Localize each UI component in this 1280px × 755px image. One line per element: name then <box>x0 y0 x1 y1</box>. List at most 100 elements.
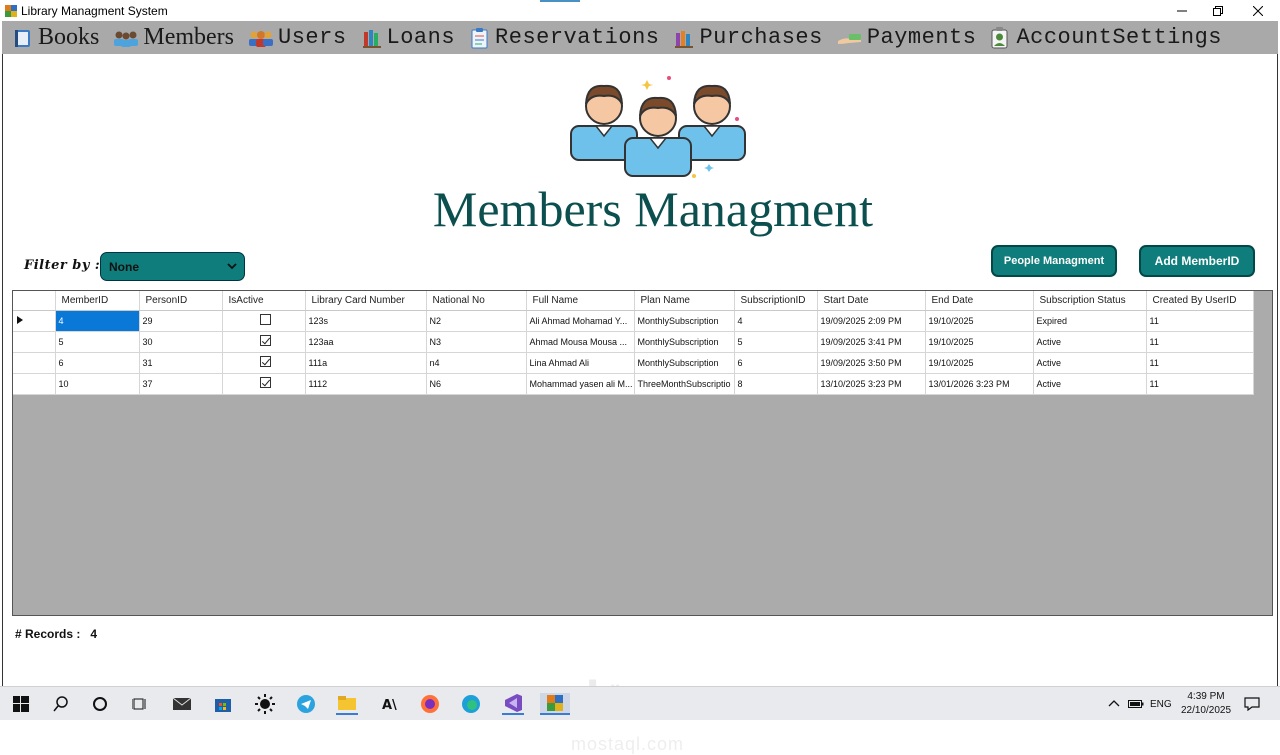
column-header[interactable]: Full Name <box>526 291 635 311</box>
table-cell-subscriptionid[interactable]: 6 <box>734 352 818 374</box>
column-header[interactable]: End Date <box>925 291 1034 311</box>
table-cell-isactive[interactable] <box>222 373 306 395</box>
column-header[interactable]: Created By UserID <box>1146 291 1254 311</box>
table-cell-memberid[interactable]: 10 <box>55 373 140 395</box>
table-cell-nationalno[interactable]: N6 <box>426 373 527 395</box>
cortana-icon[interactable] <box>89 693 111 715</box>
table-cell-nationalno[interactable]: n4 <box>426 352 527 374</box>
table-cell-createdbyuserid[interactable]: 11 <box>1146 373 1254 395</box>
table-cell-startdate[interactable]: 19/09/2025 3:50 PM <box>817 352 926 374</box>
column-header[interactable]: Start Date <box>817 291 926 311</box>
table-cell-planname[interactable]: ThreeMonthSubscriptio <box>634 373 735 395</box>
add-member-button[interactable]: Add MemberID <box>1139 245 1255 277</box>
menu-item-payments[interactable]: Payments <box>837 21 977 54</box>
table-row[interactable]: 5 30 123aa N3 Ahmad Mousa Mousa ... MonthlySu… <box>13 331 1254 353</box>
firefox-icon[interactable] <box>419 693 441 715</box>
table-cell-isactive[interactable] <box>222 331 306 353</box>
table-cell-planname[interactable]: MonthlySubscription <box>634 352 735 374</box>
close-button[interactable] <box>1238 0 1278 21</box>
table-cell-subscriptionstatus[interactable]: Active <box>1033 352 1147 374</box>
table-cell-createdbyuserid[interactable]: 11 <box>1146 310 1254 332</box>
table-cell-fullname[interactable]: Ali Ahmad Mohamad Y... <box>526 310 635 332</box>
table-cell-subscriptionstatus[interactable]: Expired <box>1033 310 1147 332</box>
table-row[interactable]: 6 31 111a n4 Lina Ahmad Ali MonthlySubscripti… <box>13 352 1254 374</box>
filter-dropdown[interactable]: None <box>100 252 245 281</box>
file-explorer-icon[interactable] <box>336 693 358 715</box>
table-cell-startdate[interactable]: 19/09/2025 3:41 PM <box>817 331 926 353</box>
table-cell-startdate[interactable]: 13/10/2025 3:23 PM <box>817 373 926 395</box>
library-app-taskbar-icon[interactable] <box>540 693 570 715</box>
table-cell-isactive[interactable] <box>222 310 306 332</box>
brightness-icon[interactable] <box>254 693 276 715</box>
table-cell-enddate[interactable]: 19/10/2025 <box>925 331 1034 353</box>
table-cell-createdbyuserid[interactable]: 11 <box>1146 352 1254 374</box>
column-header[interactable]: SubscriptionID <box>734 291 818 311</box>
table-cell-subscriptionstatus[interactable]: Active <box>1033 373 1147 395</box>
windows-start-icon[interactable] <box>10 693 32 715</box>
isactive-checkbox[interactable] <box>259 377 271 388</box>
menu-item-loans[interactable]: Loans <box>361 21 456 54</box>
table-cell-nationalno[interactable]: N3 <box>426 331 527 353</box>
menu-item-users[interactable]: Users <box>248 21 347 54</box>
table-cell-librarycardnumber[interactable]: 111a <box>305 352 427 374</box>
minimize-button[interactable] <box>1162 0 1202 21</box>
row-header[interactable] <box>13 331 56 353</box>
table-cell-subscriptionid[interactable]: 8 <box>734 373 818 395</box>
table-row[interactable]: 10 37 1112 N6 Mohammad yasen ali M... ThreeMo… <box>13 373 1254 395</box>
table-cell-planname[interactable]: MonthlySubscription <box>634 331 735 353</box>
table-cell-enddate[interactable]: 19/10/2025 <box>925 310 1034 332</box>
store-icon[interactable] <box>212 693 234 715</box>
tray-chevron-icon[interactable] <box>1108 687 1120 721</box>
table-cell-memberid[interactable]: 4 <box>55 310 140 332</box>
table-cell-enddate[interactable]: 13/01/2026 3:23 PM <box>925 373 1034 395</box>
table-cell-fullname[interactable]: Lina Ahmad Ali <box>526 352 635 374</box>
table-cell-librarycardnumber[interactable]: 123s <box>305 310 427 332</box>
column-header[interactable]: Plan Name <box>634 291 735 311</box>
isactive-checkbox[interactable] <box>259 335 271 346</box>
font-app-icon[interactable]: A\ <box>378 693 400 715</box>
table-cell-librarycardnumber[interactable]: 1112 <box>305 373 427 395</box>
column-header[interactable]: MemberID <box>55 291 140 311</box>
column-header[interactable]: IsActive <box>222 291 306 311</box>
table-cell-createdbyuserid[interactable]: 11 <box>1146 331 1254 353</box>
table-row[interactable]: 4 29 123s N2 Ali Ahmad Mohamad Y... MonthlySu… <box>13 310 1254 332</box>
clock[interactable]: 4:39 PM 22/10/2025 <box>1178 690 1234 718</box>
menu-item-books[interactable]: Books <box>12 21 99 54</box>
table-cell-personid[interactable]: 30 <box>139 331 223 353</box>
members-grid[interactable]: MemberID PersonID IsActive Library Card … <box>12 290 1273 616</box>
menu-item-members[interactable]: Members <box>113 21 234 54</box>
column-header[interactable]: Subscription Status <box>1033 291 1147 311</box>
table-cell-personid[interactable]: 31 <box>139 352 223 374</box>
row-header[interactable] <box>13 373 56 395</box>
restore-button[interactable] <box>1198 0 1238 21</box>
table-cell-subscriptionid[interactable]: 4 <box>734 310 818 332</box>
table-cell-startdate[interactable]: 19/09/2025 2:09 PM <box>817 310 926 332</box>
table-cell-subscriptionstatus[interactable]: Active <box>1033 331 1147 353</box>
table-cell-enddate[interactable]: 19/10/2025 <box>925 352 1034 374</box>
table-cell-fullname[interactable]: Mohammad yasen ali M... <box>526 373 635 395</box>
table-cell-personid[interactable]: 37 <box>139 373 223 395</box>
mail-icon[interactable] <box>171 693 193 715</box>
table-cell-librarycardnumber[interactable]: 123aa <box>305 331 427 353</box>
table-cell-subscriptionid[interactable]: 5 <box>734 331 818 353</box>
task-view-icon[interactable] <box>129 693 151 715</box>
table-cell-memberid[interactable]: 5 <box>55 331 140 353</box>
isactive-checkbox[interactable] <box>259 314 271 325</box>
row-header[interactable] <box>13 310 56 332</box>
column-header[interactable]: Library Card Number <box>305 291 427 311</box>
table-cell-fullname[interactable]: Ahmad Mousa Mousa ... <box>526 331 635 353</box>
column-header[interactable]: PersonID <box>139 291 223 311</box>
table-cell-memberid[interactable]: 6 <box>55 352 140 374</box>
table-cell-planname[interactable]: MonthlySubscription <box>634 310 735 332</box>
menu-item-reservations[interactable]: Reservations <box>469 21 659 54</box>
menu-item-purchases[interactable]: Purchases <box>673 21 822 54</box>
isactive-checkbox[interactable] <box>259 356 271 367</box>
table-cell-nationalno[interactable]: N2 <box>426 310 527 332</box>
table-cell-isactive[interactable] <box>222 352 306 374</box>
menu-item-account-settings[interactable]: AccountSettings <box>990 21 1222 54</box>
search-icon[interactable] <box>50 693 72 715</box>
language-indicator[interactable]: ENG <box>1150 687 1172 721</box>
telegram-icon[interactable] <box>295 693 317 715</box>
people-management-button[interactable]: People Managment <box>991 245 1117 277</box>
battery-icon[interactable] <box>1128 687 1144 721</box>
